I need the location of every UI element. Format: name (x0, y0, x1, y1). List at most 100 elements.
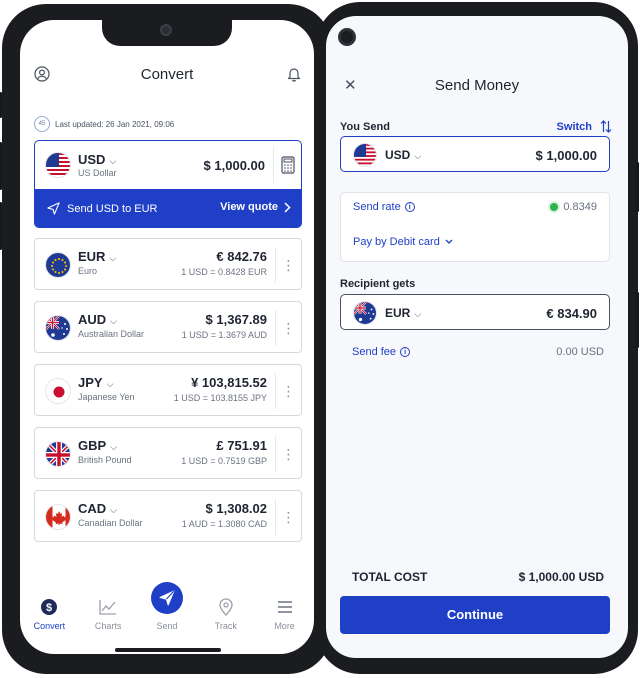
currency-selector[interactable]: AUD ⌵ (78, 312, 117, 327)
chevron-down-icon: ⌵ (110, 442, 117, 452)
recipient-currency-code: EUR (385, 306, 411, 320)
currency-code: AUD (78, 312, 107, 327)
info-icon[interactable]: i (400, 347, 411, 357)
currency-code: JPY (78, 375, 103, 390)
exchange-rate: 1 AUD = 1.3080 CAD (181, 519, 267, 529)
svg-text:$: $ (46, 602, 52, 614)
total-cost-label: TOTAL COST (352, 570, 428, 584)
payment-method-label: Pay by Debit card (353, 236, 440, 248)
mute-switch (0, 92, 2, 118)
currency-name: Japanese Yen (78, 392, 135, 402)
currency-selector[interactable]: GBP ⌵ (78, 438, 117, 453)
base-currency-code: USD (78, 152, 106, 167)
tab-charts[interactable]: Charts (79, 596, 137, 646)
view-quote-label: View quote (220, 201, 278, 213)
payment-method-dropdown[interactable]: Pay by Debit card (353, 236, 453, 248)
base-currency-card[interactable]: USD ⌵ US Dollar $ 1,000.00 Send USD to EU… (34, 140, 302, 228)
live-status-dot (550, 203, 559, 211)
tab-label: Send (156, 621, 178, 631)
send-header: ✕ Send Money (326, 74, 628, 98)
tab-label: Charts (94, 621, 122, 631)
currency-name: Euro (78, 266, 98, 276)
total-cost-value: $ 1,000.00 USD (518, 570, 604, 584)
chart-icon (99, 600, 117, 615)
last-updated-text: Last updated: 26 Jan 2021, 09:06 (55, 119, 175, 129)
page-title: Send Money (434, 77, 520, 94)
send-fee-link[interactable]: Send fee i (352, 346, 411, 358)
more-options-icon[interactable]: ⋮ (275, 436, 301, 472)
eu-flag-icon (45, 252, 71, 278)
send-rate-link[interactable]: Send rate i (353, 201, 415, 213)
currency-name: Australian Dollar (78, 329, 145, 339)
front-camera (338, 28, 356, 46)
recipient-gets-label: Recipient gets (340, 278, 416, 290)
base-amount[interactable]: $ 1,000.00 (204, 158, 265, 173)
bell-icon[interactable] (286, 66, 302, 82)
notch (102, 20, 232, 46)
currency-row-gbp[interactable]: GBP ⌵ British Pound £ 751.91 1 USD = 0.75… (34, 427, 302, 479)
view-quote-button[interactable]: View quote (220, 201, 291, 213)
send-currency-selector[interactable]: USD ⌵ (385, 148, 421, 162)
tab-more[interactable]: More (256, 596, 314, 646)
currency-selector[interactable]: EUR ⌵ (78, 249, 116, 264)
chevron-down-icon: ⌵ (414, 309, 422, 319)
power-button (636, 162, 639, 212)
more-options-icon[interactable]: ⋮ (275, 499, 301, 535)
continue-button[interactable]: Continue (340, 596, 610, 634)
front-camera (160, 24, 172, 36)
calculator-icon[interactable] (273, 147, 301, 183)
currency-selector[interactable]: CAD ⌵ (78, 501, 117, 516)
chevron-right-icon (284, 201, 291, 213)
menu-icon (277, 601, 292, 613)
recipient-amount[interactable]: € 834.90 (546, 306, 597, 321)
phone-send-money: ✕ Send Money You Send Switch USD ⌵ $ 1,00… (316, 2, 639, 674)
recipient-amount-field[interactable]: EUR ⌵ € 834.90 (340, 294, 610, 330)
chevron-down-icon: ⌵ (110, 316, 117, 326)
page-title: Convert (140, 66, 194, 83)
tab-track[interactable]: Track (197, 596, 255, 646)
info-icon[interactable]: i (404, 202, 415, 212)
send-icon (159, 590, 175, 606)
more-options-icon[interactable]: ⋮ (275, 373, 301, 409)
location-pin-icon (219, 598, 233, 616)
converted-amount: $ 1,367.89 (205, 312, 267, 327)
recipient-currency-selector[interactable]: EUR ⌵ (385, 306, 421, 320)
paper-plane-icon (47, 202, 60, 215)
us-flag-icon (353, 143, 377, 167)
more-options-icon[interactable]: ⋮ (275, 247, 301, 283)
uk-flag-icon (45, 441, 71, 467)
currency-selector[interactable]: JPY ⌵ (78, 375, 113, 390)
side-button (636, 292, 639, 348)
send-rate: 0.8349 (550, 201, 597, 213)
base-currency-selector[interactable]: USD ⌵ (78, 152, 116, 167)
chevron-down-icon (445, 239, 453, 244)
send-currency-button[interactable]: Send USD to EUR (47, 202, 157, 215)
currency-row-eur[interactable]: EUR ⌵ Euro € 842.76 1 USD = 0.8428 EUR ⋮ (34, 238, 302, 290)
more-options-icon[interactable]: ⋮ (275, 310, 301, 346)
switch-label: Switch (556, 120, 592, 133)
us-flag-icon (45, 152, 71, 178)
currency-name: Canadian Dollar (78, 518, 143, 528)
send-amount[interactable]: $ 1,000.00 (536, 148, 597, 163)
send-currency-code: USD (385, 148, 411, 162)
volume-down-button (0, 202, 2, 250)
converted-amount: £ 751.91 (216, 438, 267, 453)
last-updated: 45 Last updated: 26 Jan 2021, 09:06 (34, 116, 174, 132)
tab-label: Track (214, 621, 237, 631)
currency-row-jpy[interactable]: JPY ⌵ Japanese Yen ¥ 103,815.52 1 USD = 1… (34, 364, 302, 416)
send-fee-value: 0.00 USD (556, 346, 604, 358)
send-amount-field[interactable]: USD ⌵ $ 1,000.00 (340, 136, 610, 172)
volume-up-button (0, 142, 2, 190)
tab-label: More (274, 621, 295, 631)
tab-send[interactable]: Send (138, 582, 196, 646)
converter-screen: Convert 45 Last updated: 26 Jan 2021, 09… (20, 20, 314, 654)
swap-icon (600, 120, 612, 133)
australia-flag-icon (353, 301, 377, 325)
currency-row-cad[interactable]: CAD ⌵ Canadian Dollar $ 1,308.02 1 AUD = … (34, 490, 302, 542)
currency-row-aud[interactable]: AUD ⌵ Australian Dollar $ 1,367.89 1 USD … (34, 301, 302, 353)
chevron-down-icon: ⌵ (110, 505, 117, 515)
switch-button[interactable]: Switch (557, 120, 612, 133)
home-indicator (115, 648, 221, 652)
tab-convert[interactable]: $ Convert (20, 596, 78, 646)
converted-amount: € 842.76 (216, 249, 267, 264)
